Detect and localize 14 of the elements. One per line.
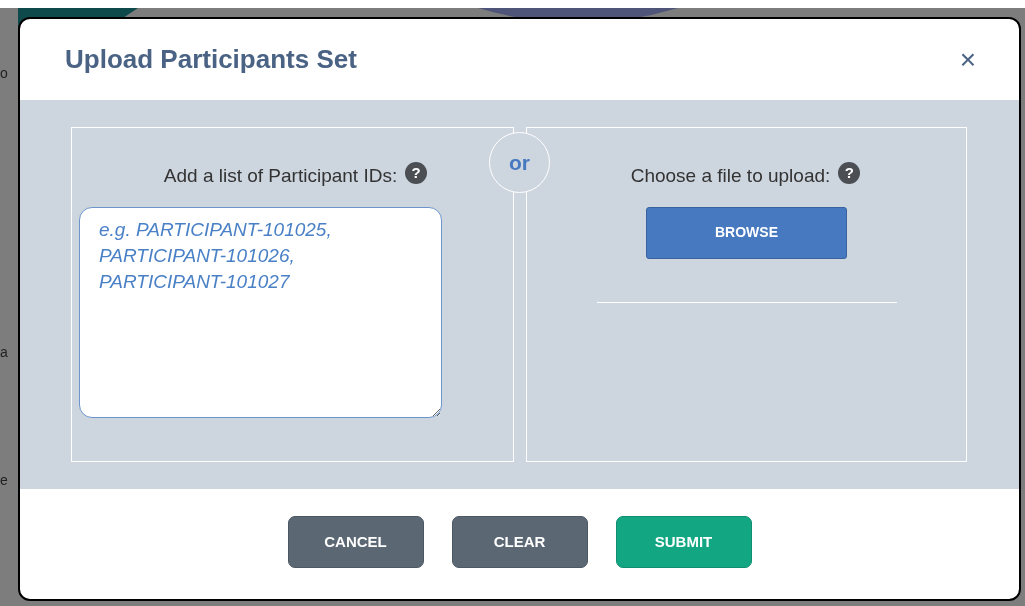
browse-button[interactable]: BROWSE: [646, 206, 847, 259]
background-text: o: [0, 66, 8, 80]
help-icon[interactable]: ?: [838, 162, 861, 184]
footer-button[interactable]: CANCEL: [287, 516, 424, 568]
footer-button[interactable]: SUBMIT: [615, 516, 752, 568]
footer-button[interactable]: CLEAR: [451, 516, 588, 568]
background-text: e: [0, 473, 8, 487]
help-icon[interactable]: ?: [405, 162, 428, 184]
background-text: a: [0, 345, 8, 359]
participant-ids-field[interactable]: e.g. PARTICIPANT-101025, PARTICIPANT-101026, PARTICIPANT-101027: [79, 206, 442, 418]
field-label: Choose a file to upload:: [630, 164, 831, 188]
field-label: Add a list of Participant IDs:: [163, 164, 398, 188]
dialog-title: Upload Participants Set: [65, 43, 357, 76]
close-button[interactable]: ×: [959, 45, 976, 74]
